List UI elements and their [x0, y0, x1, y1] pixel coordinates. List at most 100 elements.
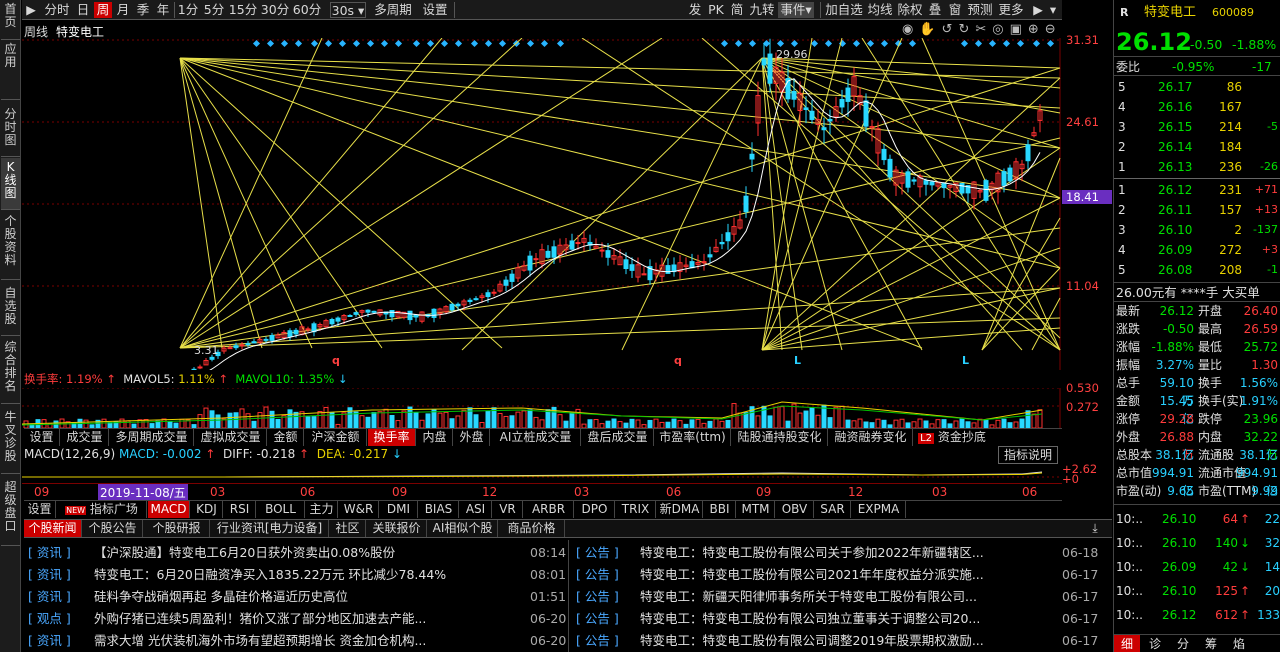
news-tab-news[interactable]: 个股新闻	[24, 520, 82, 537]
kline-chart[interactable]: 29.96 3.31 q q L L	[22, 38, 1062, 370]
indicator-help-button[interactable]: 指标说明	[998, 446, 1058, 464]
sidebar-tab-profile[interactable]: 个股资料	[1, 212, 20, 280]
toolbar-more[interactable]: 更多	[996, 2, 1026, 18]
ind-tab-turnover[interactable]: 换手率	[368, 429, 416, 446]
toolbar-pk[interactable]: PK	[706, 2, 726, 18]
toolbar-jiuzhuan[interactable]: 九转	[748, 2, 776, 18]
dropdown-icon[interactable]: ▾	[1046, 2, 1060, 18]
rotate-icon[interactable]: ↺	[942, 22, 959, 37]
bottom-tab-detail[interactable]: 细	[1114, 635, 1140, 652]
tech-tab-macd[interactable]: MACD	[148, 501, 190, 518]
add-watchlist-button[interactable]: 加自选	[824, 2, 864, 18]
announcement-item[interactable]: [ 公告 ] 特变电工：特变电工股份有限公司调整2019年股票期权激励... 06-…	[572, 630, 1112, 651]
bid-level[interactable]: 1 26.12 231 +71	[1114, 180, 1280, 200]
sidebar-tab-home[interactable]: 首页	[1, 0, 20, 40]
hand-icon[interactable]: ✋	[919, 22, 941, 37]
period-month[interactable]: 月	[114, 2, 132, 18]
tick-row[interactable]: 10:.. 26.09 42 ↓ 14	[1114, 557, 1280, 577]
bid-level[interactable]: 2 26.11 157 +13	[1114, 200, 1280, 220]
tech-tab-vr[interactable]: VR	[493, 501, 523, 518]
news-tab-commodity[interactable]: 商品价格	[499, 520, 565, 537]
ind-tab-virtual-volume[interactable]: 虚拟成交量	[195, 429, 267, 446]
volume-chart[interactable]	[22, 388, 1062, 428]
ask-level[interactable]: 5 26.17 86	[1114, 77, 1280, 97]
ask-level[interactable]: 4 26.16 167	[1114, 97, 1280, 117]
tech-tab-wr[interactable]: W&R	[339, 501, 379, 518]
toolbar-simple[interactable]: 简	[728, 2, 746, 18]
lock-icon[interactable]: ◎	[992, 22, 1009, 37]
news-tab-research[interactable]: 个股研报	[144, 520, 210, 537]
period-season[interactable]: 季	[134, 2, 152, 18]
bid-level[interactable]: 4 26.09 272 +3	[1114, 240, 1280, 260]
settings-button[interactable]: 设置	[420, 2, 450, 18]
tick-row[interactable]: 10:.. 26.10 64 ↑ 22	[1114, 509, 1280, 529]
announcement-item[interactable]: [ 公告 ] 特变电工：特变电工股份有限公司关于参加2022年新疆辖区... 06-…	[572, 542, 1112, 563]
sidebar-tab-watchlist[interactable]: 自选股	[1, 284, 20, 336]
news-item[interactable]: [ 资讯 ] 【沪深股通】特变电工6月20日获外资卖出0.08%股份 08:14	[24, 542, 568, 563]
tech-tab-trix[interactable]: TRIX	[616, 501, 656, 518]
ind-tab-ai-volume[interactable]: AI立桩成交量	[491, 429, 581, 446]
sidebar-tab-superbook[interactable]: 超级盘口	[1, 478, 20, 546]
news-item[interactable]: [ 观点 ] 外购仔猪已连续5周盈利！猪价又涨了部分地区加速去产能... 06-20	[24, 608, 568, 629]
scissors-icon[interactable]: ✂	[975, 22, 992, 37]
ind-tab-pe-ttm[interactable]: 市盈率(ttm)	[655, 429, 731, 446]
ask-level[interactable]: 2 26.14 184	[1114, 137, 1280, 157]
period-week[interactable]: 周	[94, 2, 112, 18]
tech-tab-asi[interactable]: ASI	[460, 501, 492, 518]
announcement-item[interactable]: [ 公告 ] 特变电工：特变电工股份有限公司独立董事关于调整公司20... 06-1…	[572, 608, 1112, 629]
next-icon[interactable]: ▶	[1030, 2, 1046, 18]
ind-tab-sh-sz-amount[interactable]: 沪深金额	[305, 429, 367, 446]
period-15min[interactable]: 15分	[228, 2, 258, 18]
trash-icon[interactable]: ▣	[1010, 22, 1028, 37]
toolbar-events[interactable]: 事件▾	[778, 2, 814, 18]
tech-tab-arbr[interactable]: ARBR	[524, 501, 574, 518]
period-30min[interactable]: 30分	[260, 2, 290, 18]
period-timeshare[interactable]: 分时	[42, 2, 72, 18]
tech-tab-bbi[interactable]: BBI	[704, 501, 736, 518]
tech-tab-sar[interactable]: SAR	[815, 501, 851, 518]
news-tab-industry[interactable]: 行业资讯[电力设备]	[211, 520, 329, 537]
toolbar-ma[interactable]: 均线	[866, 2, 894, 18]
ind-tab-inner[interactable]: 内盘	[417, 429, 453, 446]
ind-tab-bottomfish[interactable]: L2 资金抄底	[914, 429, 990, 446]
news-item[interactable]: [ 资讯 ] 硅料争夺战硝烟再起 多晶硅价格逼近历史高位 01:51	[24, 586, 568, 607]
sidebar-tab-kline[interactable]: K线图	[1, 158, 20, 210]
ind-tab-northbound[interactable]: 陆股通持股变化	[732, 429, 828, 446]
tech-tab-square[interactable]: NEW 指标广场	[57, 501, 147, 518]
tech-tab-kdj[interactable]: KDJ	[191, 501, 223, 518]
announcement-item[interactable]: [ 公告 ] 特变电工：特变电工股份有限公司2021年年度权益分派实施... 06-…	[572, 564, 1112, 585]
tech-tab-bias[interactable]: BIAS	[419, 501, 459, 518]
zoom-in-icon[interactable]: ⊕	[1028, 22, 1045, 37]
tech-tab-mtm[interactable]: MTM	[737, 501, 775, 518]
ind-tab-outer[interactable]: 外盘	[454, 429, 490, 446]
bottom-tab-flame[interactable]: 焰	[1226, 635, 1252, 652]
sidebar-tab-ranking[interactable]: 综合排名	[1, 338, 20, 404]
bottom-tab-chips[interactable]: 筹	[1198, 635, 1224, 652]
news-item[interactable]: [ 资讯 ] 特变电工：6月20日融资净买入1835.22万元 环比减少78.44…	[24, 564, 568, 585]
period-day[interactable]: 日	[74, 2, 92, 18]
period-60min[interactable]: 60分	[292, 2, 322, 18]
ind-tab-settings[interactable]: 设置	[24, 429, 60, 446]
toolbar-fa[interactable]: 发	[686, 2, 704, 18]
bottom-tab-price[interactable]: 分	[1170, 635, 1196, 652]
ask-level[interactable]: 3 26.15 214 -5	[1114, 117, 1280, 137]
announcement-item[interactable]: [ 公告 ] 特变电工：新疆天阳律师事务所关于特变电工股份有限公司... 06-17	[572, 586, 1112, 607]
news-tab-ai-similar[interactable]: AI相似个股	[428, 520, 498, 537]
ind-tab-margin[interactable]: 融资融券变化	[829, 429, 913, 446]
sidebar-tab-diagnosis[interactable]: 牛叉诊股	[1, 408, 20, 474]
toolbar-exright[interactable]: 除权	[896, 2, 924, 18]
tech-tab-newdma[interactable]: 新DMA	[657, 501, 703, 518]
ind-tab-amount[interactable]: 金额	[268, 429, 304, 446]
period-1min[interactable]: 1分	[176, 2, 200, 18]
ind-tab-afterhours[interactable]: 盘后成交量	[582, 429, 654, 446]
toolbar-forecast[interactable]: 预测	[966, 2, 994, 18]
news-tab-announcements[interactable]: 个股公告	[83, 520, 143, 537]
tech-tab-dpo[interactable]: DPO	[575, 501, 615, 518]
tick-row[interactable]: 10:.. 26.10 125 ↑ 20	[1114, 581, 1280, 601]
toolbar-window[interactable]: 窗	[946, 2, 964, 18]
download-icon[interactable]: ⤓	[1084, 520, 1106, 537]
tech-tab-boll[interactable]: BOLL	[257, 501, 305, 518]
period-year[interactable]: 年	[154, 2, 172, 18]
tech-tab-settings[interactable]: 设置	[24, 501, 56, 518]
bid-level[interactable]: 3 26.10 2 -137	[1114, 220, 1280, 240]
